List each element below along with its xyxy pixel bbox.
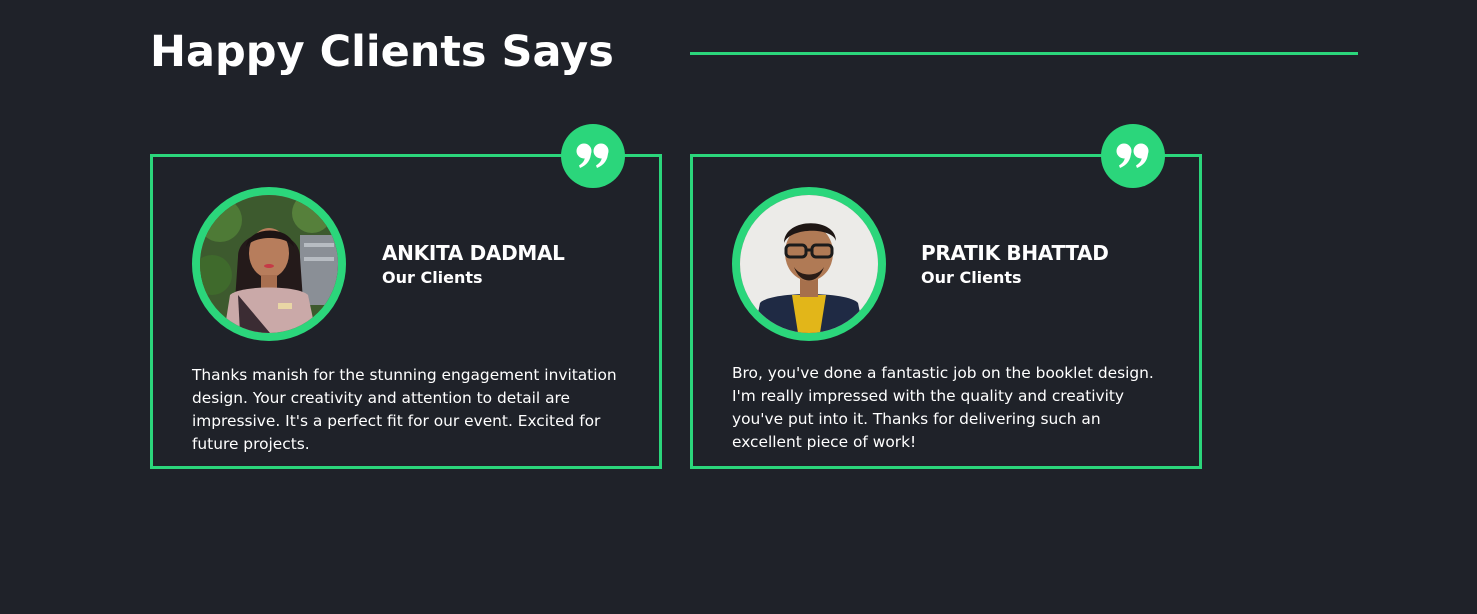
- testimonial-card: ANKITA DADMAL Our Clients Thanks manish …: [150, 124, 662, 469]
- testimonial-text: Bro, you've done a fantastic job on the …: [732, 364, 1154, 451]
- client-role: Our Clients: [921, 268, 1022, 287]
- avatar: [192, 187, 346, 341]
- section-title: Happy Clients Says: [150, 27, 614, 77]
- quote-icon: [1101, 124, 1165, 188]
- avatar: [732, 187, 886, 341]
- title-divider: [690, 52, 1358, 55]
- testimonial-card: PRATIK BHATTAD Our Clients Bro, you've d…: [690, 124, 1202, 469]
- client-role: Our Clients: [382, 268, 483, 287]
- client-name: PRATIK BHATTAD: [921, 241, 1109, 265]
- quote-icon: [561, 124, 625, 188]
- client-name: ANKITA DADMAL: [382, 241, 565, 265]
- testimonial-text: Thanks manish for the stunning engagemen…: [192, 366, 617, 453]
